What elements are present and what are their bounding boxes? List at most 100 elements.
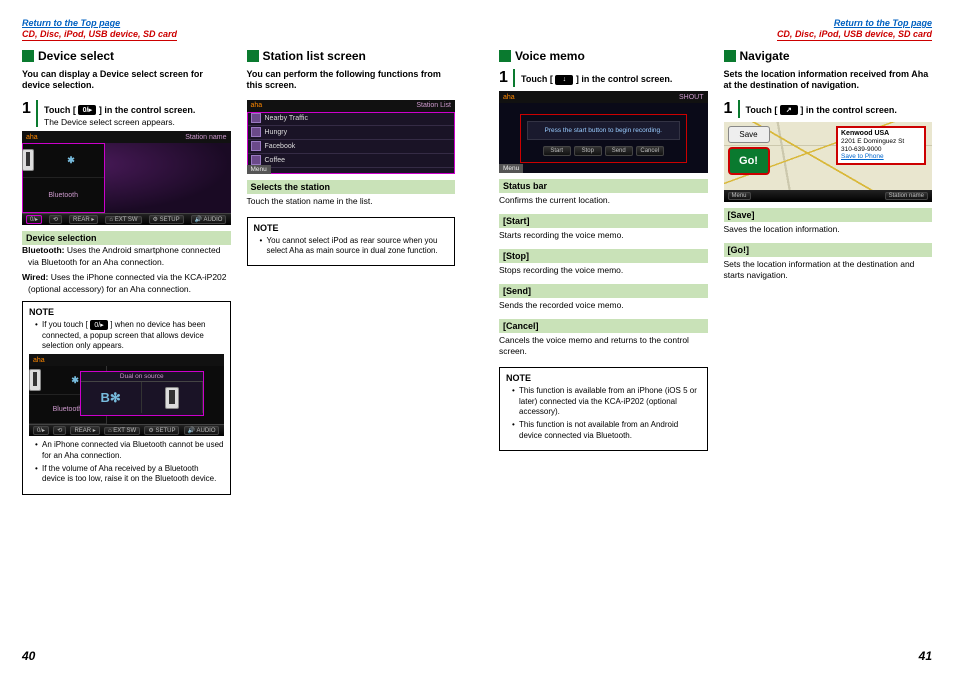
dest-address: 2201 E Dominguez St [841,138,904,145]
page-41: Return to the Top page CD, Disc, iPod, U… [477,0,954,677]
note-item: You cannot select iPod as rear source wh… [260,236,449,257]
return-link[interactable]: Return to the Top page [834,18,932,28]
intro-text: Sets the location information received f… [724,69,933,92]
intro-text: You can perform the following functions … [247,69,456,92]
bluetooth-icon: ✱ [38,155,105,166]
toolbar-rear: REAR ▸ [70,426,99,435]
step-bar-icon [513,69,515,87]
step-text: Touch [ [44,105,76,115]
page-40: Return to the Top page CD, Disc, iPod, U… [0,0,477,677]
station-row-label: Nearby Traffic [265,115,308,122]
station-icon [251,113,261,123]
step-text: Touch [ [521,74,553,84]
toolbar-rear: REAR ▸ [69,215,98,224]
step-bar-icon [738,100,740,118]
note-box-station: NOTE You cannot select iPod as rear sour… [247,217,456,267]
vm-cancel-button: Cancel [636,146,664,156]
screenshot-toolbar: 0/▸ ⟲ REAR ▸ ⌂ EXT SW ⚙ SETUP 🔊 AUDIO [22,213,231,225]
voice-memo-panel: Press the start button to begin recordin… [520,114,687,163]
toolbar-audio: 🔊 AUDIO [191,215,227,224]
vm-start-button: Start [543,146,571,156]
toolbar-refresh: ⟲ [49,215,62,224]
heading-text: Station list screen [263,49,366,63]
device-list-panel: ✱ Bluetooth [22,143,105,213]
section-marker-icon [724,50,736,62]
step-sub: The Device select screen appears. [44,117,231,127]
section-marker-icon [499,50,511,62]
desc-text: Confirms the current location. [499,193,708,210]
vm-send-button: Send [605,146,633,156]
section-voice-memo: Voice memo 1 Touch [ ↓ ] in the control … [499,49,708,661]
device-definition-list: Bluetooth: Uses the Android smartphone c… [22,245,231,295]
section-navigate: Navigate Sets the location information r… [724,49,933,661]
step-number: 1 [499,69,513,87]
page-number: 41 [919,649,932,663]
aha-logo-icon: aha [251,102,263,109]
step-number: 1 [22,100,36,118]
desc-text: Cancels the voice memo and returns to th… [499,333,708,361]
note-title: NOTE [506,373,701,383]
step-instruction: Touch [ 0/▸ ] in the control screen. [44,105,231,116]
phone-icon [165,387,179,409]
step-text: Touch [ [746,105,778,115]
station-row-label: Hungry [265,129,288,136]
heading-text: Voice memo [515,49,585,63]
heading-text: Device select [38,49,114,63]
section-device-select: Device select You can display a Device s… [22,49,231,661]
toolbar-audio: 🔊 AUDIO [184,426,220,435]
note-title: NOTE [29,307,224,317]
vm-stop-button: Stop [574,146,602,156]
breadcrumb: CD, Disc, iPod, USB device, SD card [777,29,932,41]
step-number: 1 [724,100,738,118]
destination-callout: Kenwood USA 2201 E Dominguez St 310-639-… [836,126,926,166]
station-row-label: Coffee [265,157,286,164]
note-item: This function is not available from an A… [512,420,701,441]
phone-icon [29,369,41,391]
nav-save-button: Save [728,126,770,143]
band-stop: [Stop] [499,249,708,263]
bluetooth-big-icon: B✻ [101,390,121,406]
toolbar-setup: ⚙ SETUP [149,215,184,224]
screenshot-device-popup: aha ✱ Bluetooth Dual on source [29,354,224,436]
heading-navigate: Navigate [724,49,933,63]
station-icon [251,141,261,151]
band-go: [Go!] [724,243,933,257]
note-title: NOTE [254,223,449,233]
toolbar-setup: ⚙ SETUP [144,426,179,435]
band-device-selection: Device selection [22,231,231,245]
screenshot-navigate: Save Go! Kenwood USA 2201 E Dominguez St… [724,122,933,202]
phone-icon [22,149,34,171]
shot-title: SHOUT [679,94,704,101]
section-marker-icon [22,50,34,62]
screenshot-voice-memo: aha SHOUT Press the start button to begi… [499,91,708,173]
desc-text: Touch the station name in the list. [247,194,456,211]
voice-memo-message: Press the start button to begin recordin… [527,121,680,140]
note-item: If you touch [ 0/▸ ] when no device has … [35,320,224,351]
page-header-left: Return to the Top page CD, Disc, iPod, U… [22,18,455,41]
desc-text: Stops recording the voice memo. [499,263,708,280]
step-1: 1 Touch [ ↗ ] in the control screen. [724,100,933,118]
step-bar-icon [36,100,38,128]
toolbar-device-toggle: 0/▸ [33,426,49,435]
band-save: [Save] [724,208,933,222]
section-station-list: Station list screen You can perform the … [247,49,456,661]
step-text: ] in the control screen. [99,105,196,115]
band-status-bar: Status bar [499,179,708,193]
station-row-label: Facebook [265,143,296,150]
dest-save-link: Save to Phone [841,153,884,160]
device-toggle-chip-icon: 0/▸ [90,320,108,330]
note-text: If you touch [ [42,320,88,329]
desc-text: Saves the location information. [724,222,933,239]
section-marker-icon [247,50,259,62]
return-link[interactable]: Return to the Top page [22,18,120,28]
desc-text: Sends the recorded voice memo. [499,298,708,315]
note-box-device: NOTE If you touch [ 0/▸ ] when no device… [22,301,231,495]
popup-title: Dual on source [81,372,203,382]
aha-logo-icon: aha [503,94,515,101]
note-box-voice-memo: NOTE This function is available from an … [499,367,708,451]
note-item: This function is available from an iPhon… [512,386,701,417]
nav-go-button: Go! [728,147,770,175]
dual-source-popup: Dual on source B✻ [80,371,204,416]
shot-title: Station List [416,102,451,109]
step-1: 1 Touch [ ↓ ] in the control screen. [499,69,708,87]
